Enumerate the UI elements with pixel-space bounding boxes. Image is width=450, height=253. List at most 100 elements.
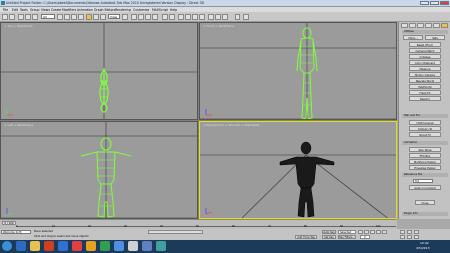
sets-button[interactable]: Sets <box>425 35 445 40</box>
utilities-rollout-header[interactable]: Utilities <box>402 30 448 34</box>
uvw-unwrap-button[interactable]: UVW Unwrap <box>409 120 441 125</box>
align-icon[interactable] <box>169 13 175 20</box>
motion-capture-button[interactable]: Motion Capture <box>409 72 441 77</box>
rescale-world-button[interactable]: Rescale World <box>409 78 441 83</box>
maxscript-button[interactable]: MAXScript <box>409 84 441 89</box>
close-panel-button[interactable]: Close <box>415 200 435 205</box>
reset-xform-button[interactable]: Reset XForm <box>409 42 441 47</box>
select-by-name-icon[interactable] <box>64 13 70 20</box>
maxscript-listener[interactable]: Welcome to M <box>1 230 31 234</box>
current-frame-input[interactable]: 0 <box>360 235 370 239</box>
zoom-icon[interactable] <box>400 230 405 234</box>
select-and-scale-icon[interactable] <box>100 13 106 20</box>
app-icon-2[interactable] <box>72 241 82 251</box>
time-slider[interactable]: 0 / 100 <box>2 221 16 225</box>
app-icon-4[interactable] <box>128 241 138 251</box>
key-filters-button[interactable]: Key Filters... <box>338 235 356 239</box>
minimize-button[interactable] <box>420 1 429 5</box>
motion-tab-icon[interactable] <box>425 23 432 28</box>
rendered-frame-window-icon[interactable] <box>215 13 221 20</box>
plugin-info-header[interactable]: Plugin Info <box>402 212 448 216</box>
previous-frame-icon[interactable] <box>364 230 369 234</box>
collapse-button[interactable]: Collapse <box>409 54 441 59</box>
start-icon[interactable] <box>2 241 12 251</box>
percent-snap-icon[interactable] <box>145 13 151 20</box>
hair-rollout-header[interactable]: Hair and Fur <box>402 114 448 118</box>
material-editor-icon[interactable] <box>199 13 205 20</box>
angle-snap-icon[interactable] <box>138 13 144 20</box>
schematic-view-icon[interactable] <box>192 13 198 20</box>
utilities-tab-icon[interactable] <box>441 23 448 28</box>
zoom-extents-icon[interactable] <box>414 230 419 234</box>
set-key-button[interactable]: Set Key <box>322 235 336 239</box>
reference-rollout-header[interactable]: Reference Tex <box>402 173 448 177</box>
snap-toggle-icon[interactable] <box>131 13 137 20</box>
key-mode-dropdown[interactable]: Selected <box>338 230 356 234</box>
play-icon[interactable] <box>370 230 375 234</box>
orbit-icon[interactable] <box>407 235 412 239</box>
add-time-tag-button[interactable]: Add Time Tag <box>295 235 317 239</box>
collision-button[interactable]: Collision St <box>409 126 441 131</box>
skin-wrap-button[interactable]: Skin Wrap <box>409 147 441 152</box>
media-player-icon[interactable] <box>44 241 54 251</box>
next-frame-icon[interactable] <box>376 230 381 234</box>
spinner-snap-icon[interactable] <box>152 13 158 20</box>
select-and-rotate-icon[interactable] <box>93 13 99 20</box>
rectangular-selection-icon[interactable] <box>71 13 77 20</box>
render-setup-icon[interactable] <box>208 13 214 20</box>
maximize-viewport-icon[interactable] <box>414 235 419 239</box>
pan-icon[interactable] <box>400 235 405 239</box>
window-crossing-icon[interactable] <box>78 13 84 20</box>
firefox-icon[interactable] <box>86 241 96 251</box>
3ds-max-taskbar-icon[interactable] <box>156 241 166 251</box>
camera-match-button[interactable]: Camera Match <box>409 48 441 53</box>
redo-icon[interactable] <box>9 13 15 20</box>
display-tab-icon[interactable] <box>433 23 440 28</box>
viewport-left[interactable]: + Left + Wireframe <box>0 121 198 219</box>
pivot-center-icon[interactable] <box>122 13 128 20</box>
chrome-icon[interactable] <box>100 241 110 251</box>
apply-increment-button[interactable]: Apply Increment <box>409 185 441 190</box>
auto-key-button[interactable]: Auto Key <box>322 230 336 234</box>
create-tab-icon[interactable] <box>401 23 408 28</box>
link-icon[interactable] <box>18 13 24 20</box>
hierarchy-tab-icon[interactable] <box>417 23 424 28</box>
internet-explorer-icon[interactable] <box>16 241 26 251</box>
zoom-all-icon[interactable] <box>407 230 412 234</box>
viewport-front[interactable]: + Front + Wireframe <box>199 22 397 120</box>
named-selection-icon[interactable] <box>243 13 249 20</box>
viewport-perspective[interactable]: + Perspective + Smooth + Highlights <box>199 121 397 219</box>
app-icon-1[interactable] <box>58 241 68 251</box>
reactor-button[interactable]: Reactor <box>409 96 441 101</box>
render-production-icon[interactable] <box>222 13 228 20</box>
app-icon[interactable] <box>1 1 5 5</box>
unlink-icon[interactable] <box>25 13 31 20</box>
envelope-helper-button[interactable]: Envelope Helper <box>409 165 441 170</box>
bind-space-warp-icon[interactable] <box>32 13 38 20</box>
modifying-helper-button[interactable]: Modifying Helper <box>409 159 441 164</box>
ghost-fx-button[interactable]: Ghost FX <box>409 132 441 137</box>
coordinate-display[interactable] <box>148 230 203 234</box>
file-explorer-icon[interactable] <box>30 241 40 251</box>
app-icon-5[interactable] <box>142 241 152 251</box>
select-object-icon[interactable] <box>57 13 63 20</box>
reference-value-input[interactable]: 0.0 <box>413 179 433 183</box>
undo-icon[interactable] <box>2 13 8 20</box>
measure-button[interactable]: Measure <box>409 66 441 71</box>
color-clipboard-button[interactable]: Color Clipboard <box>409 60 441 65</box>
mirror-icon[interactable] <box>162 13 168 20</box>
maximize-button[interactable] <box>430 1 439 5</box>
more-button[interactable]: More... <box>403 35 423 40</box>
goto-end-icon[interactable] <box>382 230 387 234</box>
goto-start-icon[interactable] <box>358 230 363 234</box>
animation-rollout-header[interactable]: Animation <box>402 141 448 145</box>
selection-filter-dropdown[interactable]: All <box>41 14 55 19</box>
viewport-top[interactable]: + Top + Wireframe <box>0 22 198 120</box>
layer-manager-icon[interactable] <box>178 13 184 20</box>
curve-editor-icon[interactable] <box>185 13 191 20</box>
close-button[interactable] <box>440 1 449 5</box>
modify-tab-icon[interactable] <box>409 23 416 28</box>
select-and-move-icon[interactable] <box>86 13 92 20</box>
ffd-box-button[interactable]: FFD Box <box>409 153 441 158</box>
flash-fx-button[interactable]: Flash FX <box>409 90 441 95</box>
